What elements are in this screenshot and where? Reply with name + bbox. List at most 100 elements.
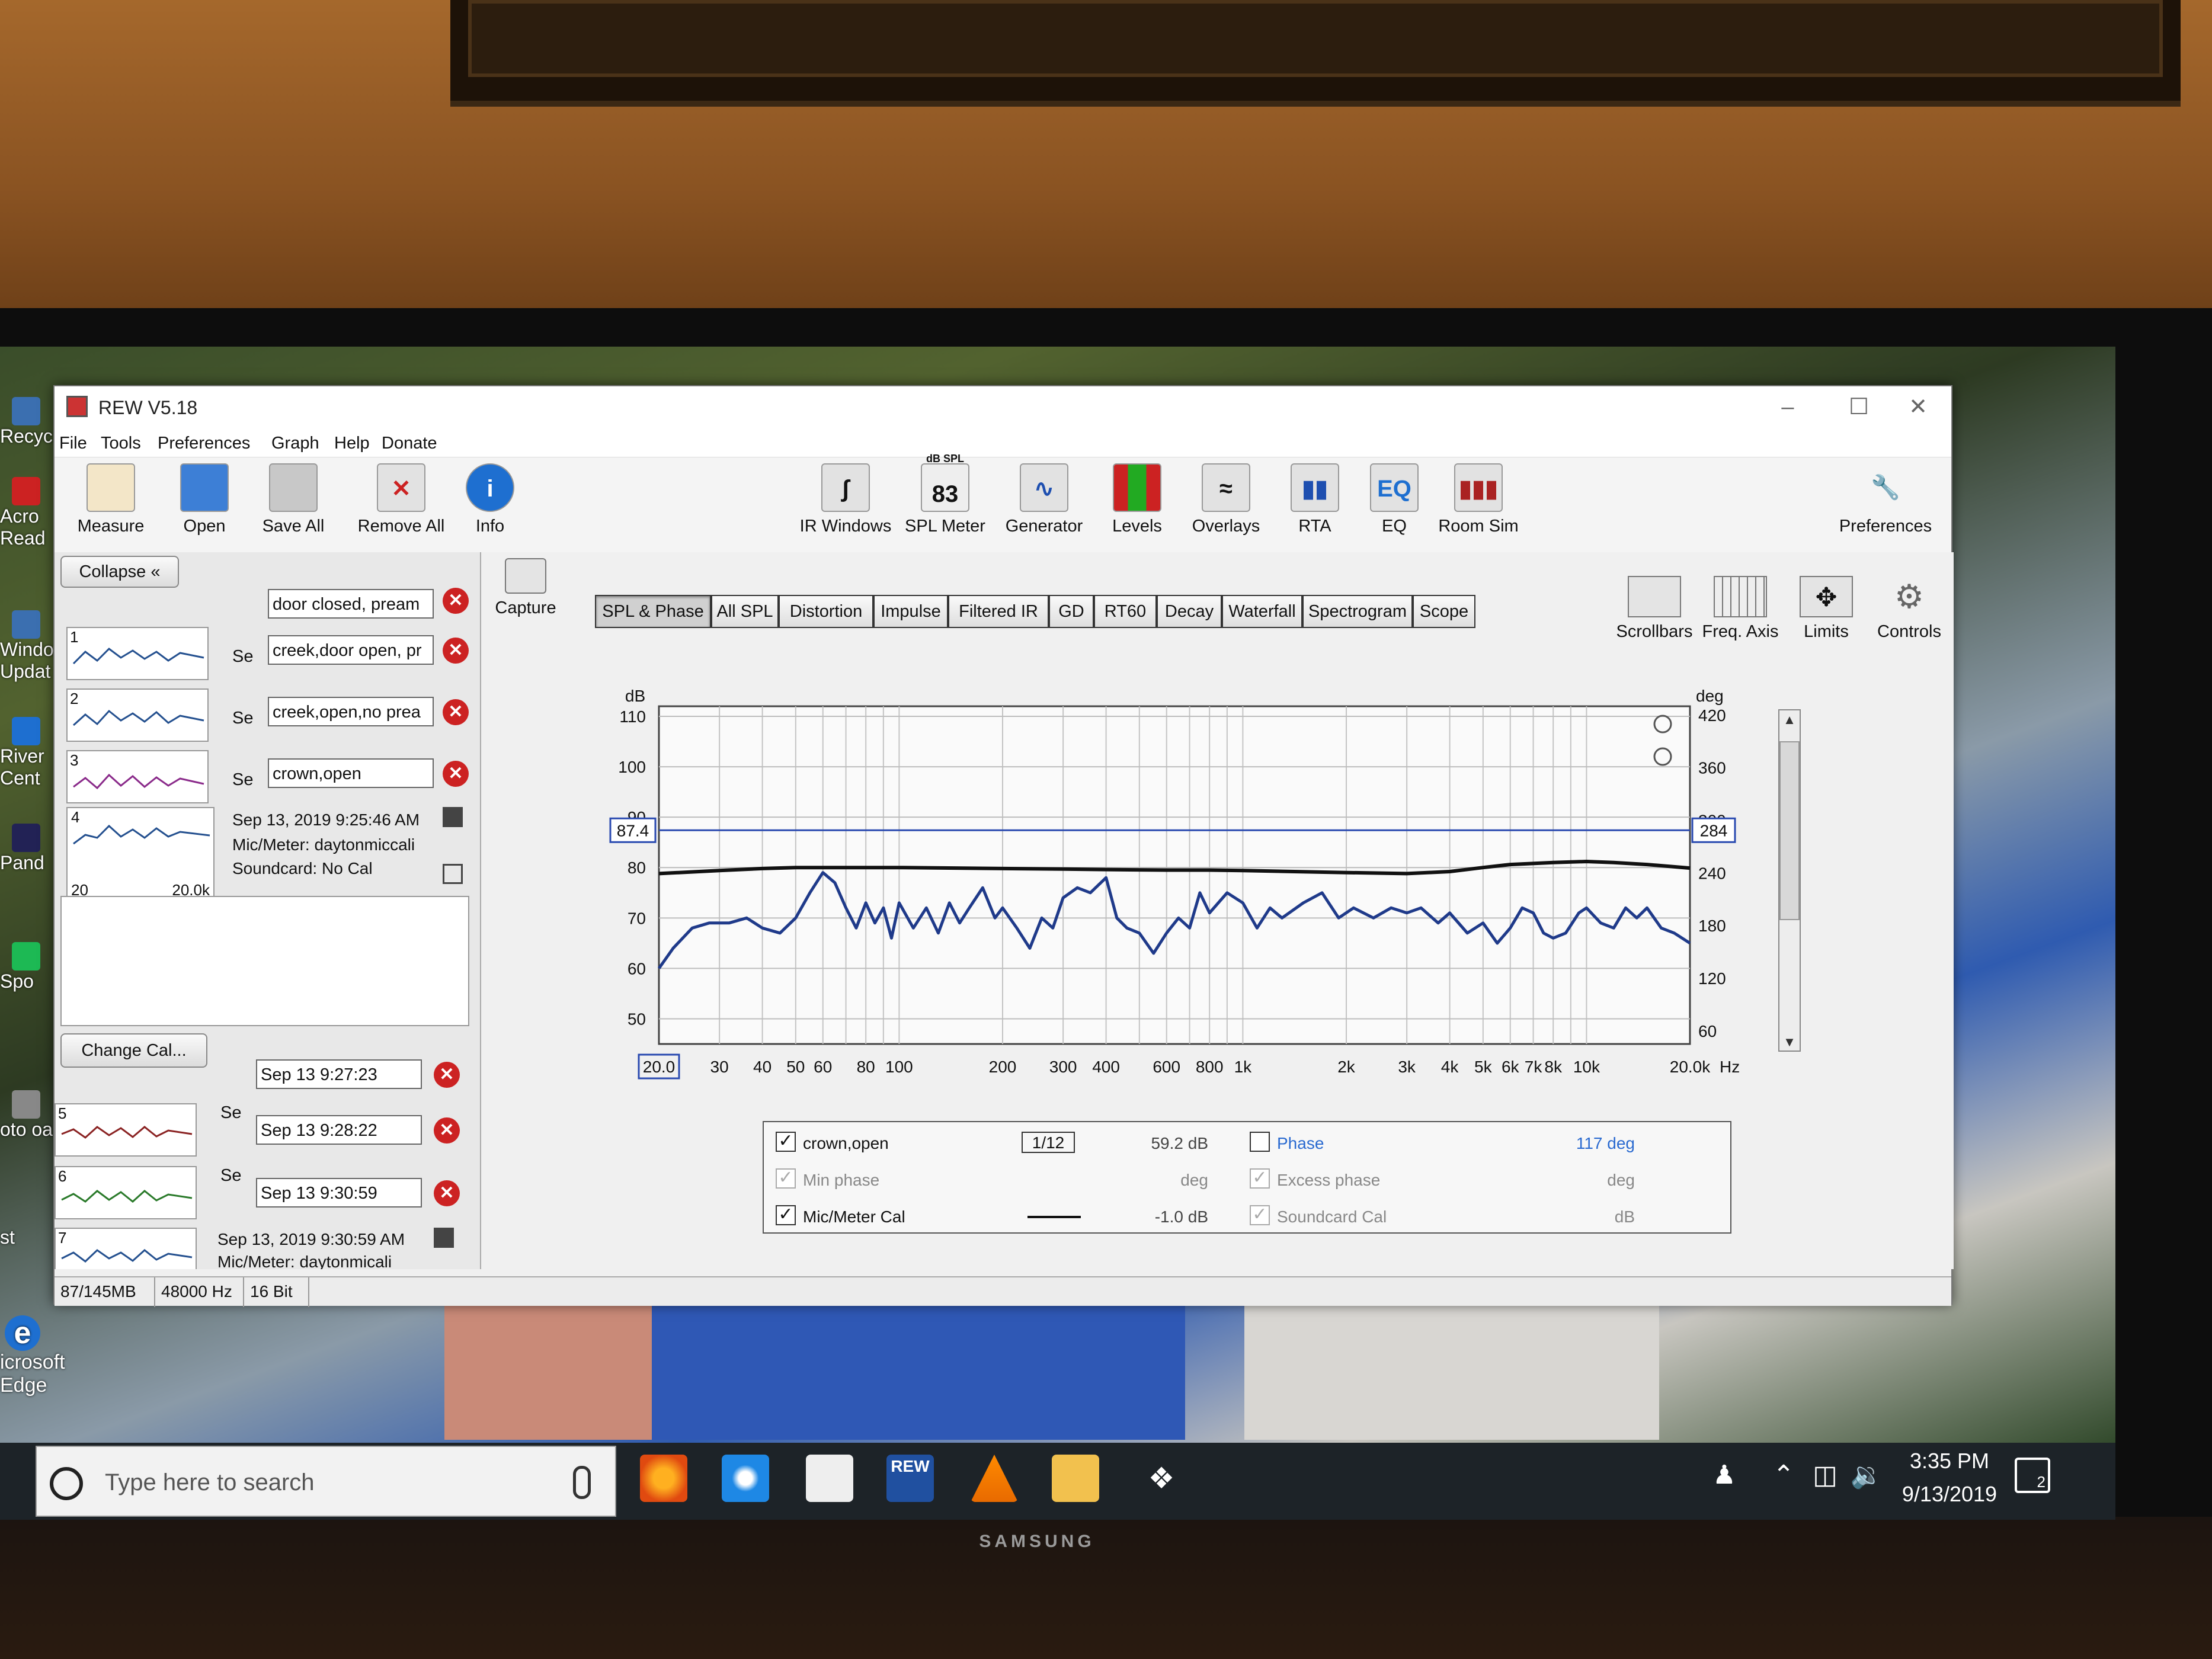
delete-icon[interactable]: ✕: [443, 699, 469, 725]
tab-distortion[interactable]: Distortion: [779, 595, 873, 628]
chevron-up-icon[interactable]: ⌃: [1766, 1458, 1801, 1493]
delete-icon[interactable]: ✕: [443, 588, 469, 614]
smoothing-selector[interactable]: 1/12: [1022, 1132, 1075, 1153]
mic-cal-checkbox[interactable]: ✓: [776, 1205, 796, 1225]
photo-icon: [12, 1090, 40, 1119]
menu-help[interactable]: Help: [334, 434, 370, 453]
tab-spl-phase[interactable]: SPL & Phase: [595, 595, 711, 628]
list-item[interactable]: 1 Se creek,door open, pr ✕: [55, 623, 481, 685]
microphone-icon[interactable]: [573, 1466, 591, 1499]
minimize-button[interactable]: –: [1752, 386, 1823, 428]
close-button[interactable]: ✕: [1883, 386, 1954, 428]
desktop-icon[interactable]: Acro Read: [0, 477, 59, 549]
eq-button[interactable]: EQ EQ: [1350, 463, 1439, 536]
tab-gd[interactable]: GD: [1049, 595, 1094, 628]
delete-icon[interactable]: ✕: [434, 1062, 460, 1088]
controls-button[interactable]: ⚙ Controls: [1868, 576, 1951, 642]
desktop-icon[interactable]: Windo Updat: [0, 610, 59, 683]
measurement-name-input[interactable]: Sep 13 9:27:23: [256, 1059, 422, 1089]
measurement-name-input[interactable]: creek,door open, pr: [268, 635, 434, 665]
measurement-name-input[interactable]: crown,open: [268, 758, 434, 788]
menu-graph[interactable]: Graph: [271, 434, 319, 453]
measurement-name-input[interactable]: creek,open,no prea: [268, 697, 434, 726]
people-icon[interactable]: ♟: [1707, 1458, 1742, 1493]
crown-visible-checkbox[interactable]: ✓: [776, 1132, 796, 1152]
rew-taskbar-icon[interactable]: REW: [886, 1455, 934, 1502]
menu-donate[interactable]: Donate: [382, 434, 437, 453]
delete-icon[interactable]: ✕: [443, 761, 469, 787]
notification-icon[interactable]: 2: [2015, 1458, 2050, 1493]
min-phase-checkbox[interactable]: ✓: [776, 1168, 796, 1189]
list-item[interactable]: 5 Se Sep 13 9:28:22 ✕: [55, 1103, 481, 1165]
list-item[interactable]: 3 Se crown,open ✕: [55, 747, 481, 808]
delete-icon[interactable]: ✕: [434, 1180, 460, 1206]
measure-button[interactable]: Measure: [66, 463, 155, 536]
edit-icon[interactable]: [434, 1228, 454, 1248]
measurement-notes-area[interactable]: [60, 896, 469, 1026]
delete-icon[interactable]: ✕: [434, 1117, 460, 1144]
tab-filtered-ir[interactable]: Filtered IR: [948, 595, 1049, 628]
tab-rt60[interactable]: RT60: [1094, 595, 1157, 628]
desktop-icon[interactable]: Spo: [0, 942, 59, 992]
phase-checkbox[interactable]: [1250, 1132, 1270, 1152]
edit-icon[interactable]: [443, 807, 463, 827]
desktop-icon[interactable]: Pand: [0, 824, 59, 874]
spl-meter-button[interactable]: dB SPL 83 SPL Meter: [895, 453, 995, 536]
tidal-icon[interactable]: ❖: [1138, 1455, 1185, 1502]
taskbar-clock[interactable]: 3:35 PM 9/13/2019: [1890, 1445, 2009, 1511]
room-sim-button[interactable]: ▮▮▮ Room Sim: [1428, 463, 1529, 536]
open-button[interactable]: Open: [160, 463, 249, 536]
tab-decay[interactable]: Decay: [1157, 595, 1222, 628]
overlays-icon: ≈: [1202, 463, 1250, 512]
excess-phase-checkbox[interactable]: ✓: [1250, 1168, 1270, 1189]
menu-preferences[interactable]: Preferences: [158, 434, 250, 453]
file-explorer-icon[interactable]: [1052, 1455, 1099, 1502]
freq-axis-button[interactable]: Freq. Axis: [1699, 576, 1782, 642]
taskbar-search-box[interactable]: Type here to search: [36, 1446, 616, 1517]
menu-tools[interactable]: Tools: [101, 434, 141, 453]
mail-icon[interactable]: [806, 1455, 853, 1502]
soundcard-cal-checkbox[interactable]: ✓: [1250, 1205, 1270, 1225]
tab-all-spl[interactable]: All SPL: [711, 595, 779, 628]
desktop-icon[interactable]: River Cent: [0, 717, 59, 789]
remove-all-button[interactable]: ✕ Remove All: [348, 463, 454, 536]
preferences-button[interactable]: 🔧 Preferences: [1832, 463, 1939, 536]
tab-waterfall[interactable]: Waterfall: [1222, 595, 1302, 628]
rta-button[interactable]: ▮▮ RTA: [1270, 463, 1359, 536]
info-button[interactable]: i Info: [446, 463, 534, 536]
ir-windows-button[interactable]: ∫ IR Windows: [795, 463, 896, 536]
media-player-icon[interactable]: [722, 1455, 769, 1502]
notes-icon[interactable]: [443, 864, 463, 884]
measurement-name-input[interactable]: Sep 13 9:30:59: [256, 1178, 422, 1208]
tab-impulse[interactable]: Impulse: [873, 595, 948, 628]
firefox-icon[interactable]: [640, 1455, 687, 1502]
desktop-icon[interactable]: Recyc: [0, 397, 59, 447]
levels-button[interactable]: Levels: [1093, 463, 1182, 536]
x-tick-label: 3k: [1398, 1058, 1416, 1076]
collapse-button[interactable]: Collapse «: [60, 556, 179, 588]
tab-scope[interactable]: Scope: [1413, 595, 1475, 628]
capture-button[interactable]: Capture: [493, 558, 558, 618]
network-icon[interactable]: ◫: [1807, 1458, 1843, 1493]
measurement-name-input[interactable]: Sep 13 9:28:22: [256, 1115, 422, 1145]
desktop-icon[interactable]: st: [0, 1226, 59, 1248]
overlays-button[interactable]: ≈ Overlays: [1182, 463, 1270, 536]
eq-icon: EQ: [1370, 463, 1419, 512]
delete-icon[interactable]: ✕: [443, 638, 469, 664]
list-item[interactable]: 7 Sep 13, 2019 9:30:59 AM Mic/Meter: day…: [55, 1228, 481, 1269]
generator-button[interactable]: ∿ Generator: [1000, 463, 1089, 536]
spl-phase-chart[interactable]: 11010090807060504203603002401801206020.0…: [564, 683, 1868, 1121]
menu-file[interactable]: File: [59, 434, 87, 453]
save-all-button[interactable]: Save All: [249, 463, 338, 536]
tab-spectrogram[interactable]: Spectrogram: [1302, 595, 1413, 628]
measurement-se-label: Se: [220, 1103, 242, 1122]
list-item[interactable]: 6 Se Sep 13 9:30:59 ✕: [55, 1166, 481, 1228]
scrollbars-button[interactable]: Scrollbars: [1613, 576, 1696, 642]
title-bar[interactable]: REW V5.18 – ☐ ✕: [55, 386, 1951, 428]
volume-icon[interactable]: 🔉: [1849, 1458, 1884, 1493]
limits-button[interactable]: ✥ Limits: [1785, 576, 1868, 642]
desktop-icon[interactable]: oto oa: [0, 1090, 59, 1141]
measurement-name-input[interactable]: door closed, pream: [268, 589, 434, 619]
desktop-icon-edge[interactable]: e icrosoft Edge: [0, 1315, 65, 1397]
list-item[interactable]: 2 Se creek,open,no prea ✕: [55, 685, 481, 747]
